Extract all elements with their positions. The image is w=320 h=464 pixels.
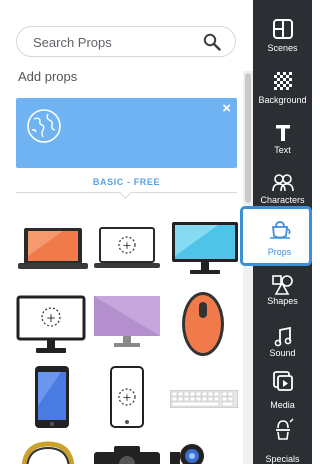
media-icon: [273, 371, 293, 391]
props-icon: [270, 221, 291, 239]
prop-keyboard[interactable]: [170, 390, 238, 408]
prop-monitor-outline[interactable]: +: [16, 295, 86, 355]
nav-shapes-label: Shapes: [267, 296, 298, 306]
prop-phone-outline[interactable]: +: [110, 366, 144, 428]
nav-scenes[interactable]: Scenes: [253, 16, 312, 70]
globe-icon: [27, 109, 61, 143]
nav-sound-label: Sound: [269, 348, 296, 358]
prop-laptop-outline[interactable]: +: [94, 226, 160, 270]
nav-specials[interactable]: Specials: [253, 416, 312, 464]
nav-shapes[interactable]: Shapes: [253, 272, 312, 326]
nav-sidebar: Scenes Background Text Characters Props …: [240, 0, 312, 464]
nav-props-label: Props: [267, 247, 292, 257]
add-props-heading: Add props: [18, 69, 78, 84]
scrollbar-thumb[interactable]: [245, 73, 251, 203]
prop-laptop[interactable]: [18, 226, 88, 270]
nav-text-label: Text: [274, 145, 291, 155]
prop-webcam[interactable]: [170, 444, 206, 464]
scenes-icon: [273, 19, 293, 39]
svg-text:+: +: [46, 311, 56, 325]
prop-purple-monitor[interactable]: [94, 296, 160, 348]
props-pack-banner[interactable]: ×: [16, 98, 237, 168]
nav-text[interactable]: Text: [253, 120, 312, 174]
prop-phone[interactable]: [35, 366, 69, 428]
nav-characters-label: Characters: [260, 195, 305, 205]
prop-mouse[interactable]: [180, 290, 226, 358]
nav-media[interactable]: Media: [253, 368, 312, 422]
text-icon: [276, 125, 290, 141]
nav-media-label: Media: [270, 400, 295, 410]
tier-label: BASIC - FREE: [92, 177, 161, 187]
prop-headphones[interactable]: [20, 440, 76, 464]
scrollbar[interactable]: [243, 71, 253, 464]
search-box[interactable]: [16, 26, 236, 57]
search-input[interactable]: [33, 34, 183, 50]
nav-background[interactable]: Background: [253, 68, 312, 122]
close-icon[interactable]: ×: [222, 100, 231, 117]
specials-icon: [276, 418, 294, 440]
nav-specials-label: Specials: [265, 454, 300, 464]
characters-icon: [272, 174, 294, 192]
props-panel: Add props × BASIC - FREE +: [0, 0, 253, 464]
prop-camera[interactable]: [94, 446, 160, 464]
music-note-icon: [274, 326, 292, 347]
svg-text:+: +: [122, 391, 131, 404]
background-checker-icon: [274, 72, 292, 90]
tier-divider-caret: [119, 186, 132, 199]
search-icon[interactable]: [203, 33, 221, 51]
nav-scenes-label: Scenes: [267, 43, 298, 53]
prop-monitor[interactable]: [170, 220, 240, 276]
svg-text:+: +: [122, 239, 131, 252]
nav-background-label: Background: [258, 95, 307, 105]
nav-props[interactable]: Props: [240, 206, 312, 266]
shapes-icon: [272, 275, 293, 295]
